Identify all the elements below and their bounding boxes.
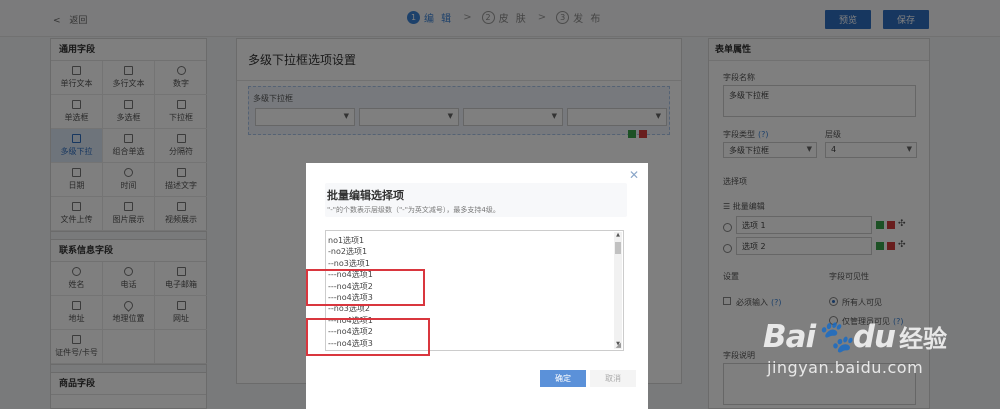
option-line: --no3选项1: [328, 258, 370, 268]
dialog-title: 批量编辑选择项: [327, 189, 404, 202]
watermark-logo: Bai🐾du: [763, 319, 896, 355]
highlight-box: [306, 269, 425, 306]
watermark-url: jingyan.baidu.com: [767, 358, 924, 377]
cancel-button[interactable]: 取消: [590, 370, 636, 387]
textarea-scrollbar[interactable]: ▲ ▼: [614, 232, 622, 349]
watermark-text: 经验: [899, 325, 948, 353]
option-line: -no2选项1: [328, 247, 368, 257]
batch-edit-dialog: ✕ 批量编辑选择项 "-"的个数表示层级数（"-"为英文减号），最多支持4级。 …: [306, 163, 648, 409]
logo-text: Bai: [763, 319, 816, 355]
close-icon[interactable]: ✕: [629, 168, 639, 182]
option-line: no1选项1: [328, 236, 365, 245]
highlight-box: [306, 318, 430, 356]
watermark: Bai🐾du 经验 jingyan.baidu.com: [763, 318, 948, 377]
logo-text: du: [852, 319, 896, 355]
paw-icon: 🐾: [815, 319, 854, 355]
scrollbar-thumb[interactable]: [615, 242, 621, 254]
resize-grip-icon[interactable]: ◢: [616, 341, 621, 349]
confirm-button[interactable]: 确定: [540, 370, 586, 387]
scroll-up-icon[interactable]: ▲: [614, 232, 622, 238]
dialog-hint: "-"的个数表示层级数（"-"为英文减号），最多支持4级。: [327, 206, 500, 214]
